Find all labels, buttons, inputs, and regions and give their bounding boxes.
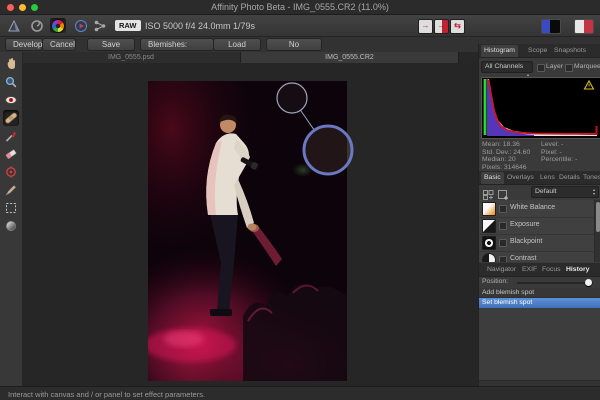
develop-persona-icon[interactable] bbox=[50, 18, 66, 33]
document-tab-bar: IMG_0555.psd IMG_0555.CR2 bbox=[22, 52, 478, 63]
history-empty-area bbox=[479, 308, 600, 380]
overlay-paint-tool[interactable] bbox=[3, 128, 19, 144]
histogram-stats-left: Mean: 18.36 Std. Dev.: 24.60 Median: 20 … bbox=[482, 141, 530, 171]
show-clipped-highlights-icon[interactable]: → bbox=[418, 19, 433, 34]
white-balance-tool[interactable] bbox=[3, 164, 19, 180]
exposure-checkbox[interactable] bbox=[499, 222, 507, 230]
red-eye-removal-tool[interactable] bbox=[3, 92, 19, 108]
blemish-removal-tool[interactable] bbox=[3, 110, 19, 126]
tab-navigator[interactable]: Navigator bbox=[484, 264, 519, 276]
white-balance-thumb-icon bbox=[482, 202, 496, 216]
zoom-tool[interactable] bbox=[3, 74, 19, 90]
tab-histogram[interactable]: Histogram bbox=[481, 45, 518, 57]
raw-badge: RAW bbox=[115, 20, 141, 31]
tab-focus[interactable]: Focus bbox=[539, 264, 564, 276]
stepper-icon: ▴▾ bbox=[592, 187, 595, 196]
cancel-button[interactable]: Cancel bbox=[42, 38, 76, 51]
history-item-set-blemish[interactable]: Set blemish spot bbox=[479, 298, 600, 308]
overlay-gradient-tool[interactable] bbox=[3, 182, 19, 198]
tab-lens[interactable]: Lens bbox=[537, 172, 558, 184]
develop-button[interactable]: Develop bbox=[5, 38, 43, 51]
tab-overlays[interactable]: Overlays bbox=[504, 172, 537, 184]
channel-select[interactable]: All Channels ▴▾ bbox=[481, 61, 533, 81]
tab-exif[interactable]: EXIF bbox=[519, 264, 540, 276]
split-view-toggle-icon[interactable] bbox=[541, 19, 561, 34]
blackpoint-checkbox[interactable] bbox=[499, 239, 507, 247]
scrollbar-thumb[interactable] bbox=[596, 202, 600, 232]
stat-std-dev: Std. Dev.: 24.60 bbox=[482, 148, 531, 156]
tools-panel bbox=[0, 52, 23, 386]
right-panel: Histogram Scope Snapshots All Channels ▴… bbox=[478, 44, 600, 387]
exif-summary: ISO 5000 f/4 24.0mm 1/79s bbox=[145, 21, 256, 31]
stat-mean: Mean: 18.36 bbox=[482, 141, 520, 148]
tab-scope[interactable]: Scope bbox=[525, 45, 550, 57]
status-bar: Interact with canvas and / or panel to s… bbox=[0, 386, 600, 400]
export-persona-icon[interactable] bbox=[92, 18, 108, 33]
adjust-tab-bar: Basic Overlays Lens Details Tones bbox=[479, 171, 600, 185]
no-samplers-button[interactable]: No Samplers bbox=[266, 38, 322, 60]
main-toolbar: RAW ISO 5000 f/4 24.0mm 1/79s → → ⇆ bbox=[0, 15, 600, 37]
adjustment-row-exposure[interactable]: Exposure bbox=[479, 217, 600, 235]
title-bar: Affinity Photo Beta - IMG_0555.CR2 (11.0… bbox=[0, 0, 600, 15]
preset-select[interactable]: Default ▴ ▾ bbox=[531, 186, 599, 198]
position-label: Position: bbox=[482, 278, 509, 285]
adjustment-row-contrast[interactable]: Contrast bbox=[479, 251, 600, 262]
histogram-chart bbox=[481, 77, 600, 139]
tab-tones[interactable]: Tones bbox=[580, 172, 600, 184]
blemishes-dropdown[interactable]: Blemishes: None ▴▾ bbox=[140, 38, 214, 60]
photo-canvas[interactable] bbox=[148, 81, 347, 381]
marquee-checkbox[interactable] bbox=[565, 64, 573, 72]
marquee-checkbox-label: Marquee bbox=[574, 63, 600, 70]
liquify-persona-icon[interactable] bbox=[29, 18, 45, 33]
histogram-stats-right: Level: - Pixel: - Percentile: - bbox=[541, 141, 577, 164]
history-item-add-blemish[interactable]: Add blemish spot bbox=[479, 288, 600, 298]
exposure-thumb-icon bbox=[482, 219, 496, 233]
show-clipped-pixels-icon[interactable]: ⇆ bbox=[450, 19, 465, 34]
show-clipped-shadows-icon[interactable]: → bbox=[434, 19, 449, 34]
stat-median: Median: 20 bbox=[482, 156, 516, 164]
tone-mapping-persona-icon[interactable] bbox=[73, 18, 89, 33]
stat-pixel: Pixel: - bbox=[541, 148, 562, 156]
adjustment-list: White Balance Exposure Blackpoint Contra… bbox=[479, 200, 600, 262]
tab-snapshots[interactable]: Snapshots bbox=[551, 45, 589, 57]
window-title: Affinity Photo Beta - IMG_0555.CR2 (11.0… bbox=[211, 2, 389, 12]
position-slider-track[interactable] bbox=[517, 282, 593, 284]
develop-wheel-glyph bbox=[52, 19, 64, 32]
load-preset-button[interactable]: Load Preset bbox=[213, 38, 261, 60]
adjustment-scrollbar[interactable] bbox=[594, 200, 600, 262]
contrast-thumb-icon bbox=[482, 253, 496, 262]
save-preset-button[interactable]: Save Preset bbox=[87, 38, 135, 60]
adjustment-row-white-balance[interactable]: White Balance bbox=[479, 200, 600, 218]
status-text: Interact with canvas and / or panel to s… bbox=[8, 390, 206, 399]
histogram-tab-bar: Histogram Scope Snapshots bbox=[479, 44, 600, 58]
tab-details[interactable]: Details bbox=[556, 172, 583, 184]
layer-checkbox-label: Layer bbox=[546, 63, 564, 70]
view-tool[interactable] bbox=[3, 56, 19, 72]
tab-history[interactable]: History bbox=[563, 264, 592, 276]
preset-add-icon[interactable] bbox=[498, 187, 509, 200]
blackpoint-thumb-icon bbox=[482, 236, 496, 250]
photo-persona-icon[interactable] bbox=[6, 18, 22, 33]
gradient-tool[interactable] bbox=[3, 218, 19, 234]
crop-tool[interactable] bbox=[3, 200, 19, 216]
stat-percentile: Percentile: - bbox=[541, 156, 578, 164]
white-balance-checkbox[interactable] bbox=[499, 205, 507, 213]
bottom-tab-bar: Navigator EXIF Focus History bbox=[479, 263, 600, 277]
tab-img-0555-cr2[interactable]: IMG_0555.CR2 bbox=[241, 52, 459, 63]
tab-basic[interactable]: Basic bbox=[481, 172, 504, 184]
overlay-erase-tool[interactable] bbox=[3, 146, 19, 162]
stat-level: Level: - bbox=[541, 141, 564, 148]
adjustment-row-blackpoint[interactable]: Blackpoint bbox=[479, 234, 600, 252]
position-slider-thumb[interactable] bbox=[585, 279, 592, 286]
affinity-photo-window: Affinity Photo Beta - IMG_0555.CR2 (11.0… bbox=[0, 0, 600, 400]
mirror-view-toggle-icon[interactable] bbox=[574, 19, 594, 34]
preset-grid-icon[interactable] bbox=[483, 187, 494, 200]
layer-checkbox[interactable] bbox=[537, 64, 545, 72]
tab-img-0555-psd[interactable]: IMG_0555.psd bbox=[22, 52, 241, 63]
contrast-checkbox[interactable] bbox=[499, 256, 507, 262]
blemishes-label: Blemishes: bbox=[148, 40, 188, 49]
canvas-area[interactable] bbox=[22, 63, 478, 386]
